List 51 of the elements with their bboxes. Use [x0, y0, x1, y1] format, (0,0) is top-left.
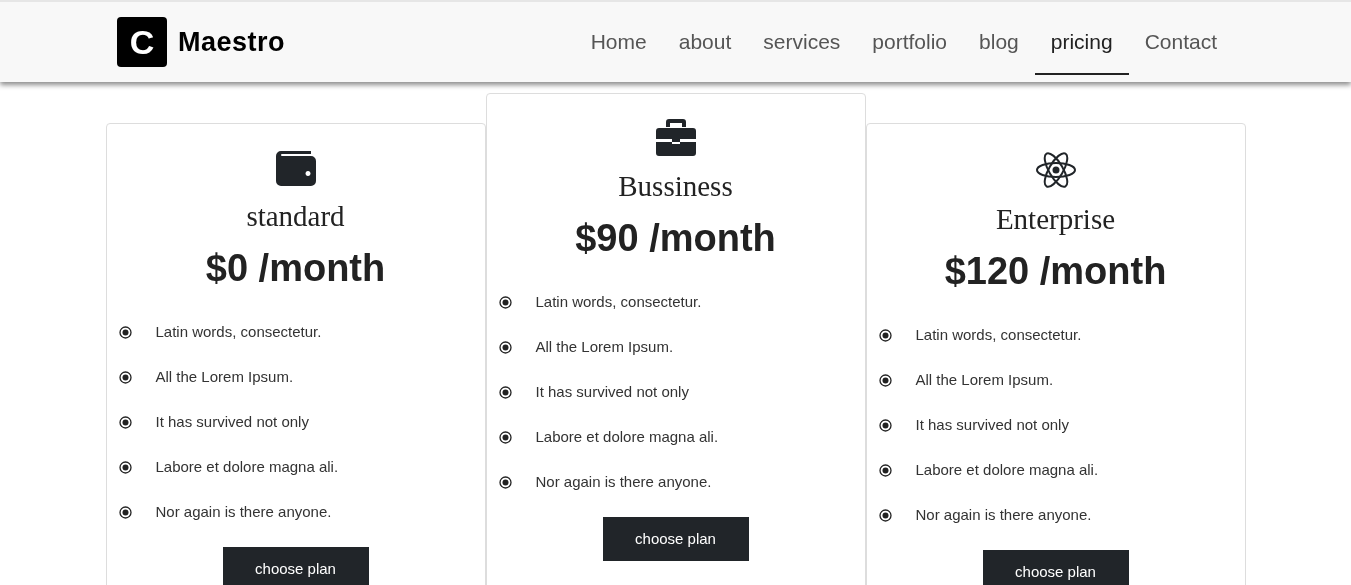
- radio-dot-icon: [118, 326, 132, 339]
- feature-text: All the Lorem Ipsum.: [915, 370, 1054, 391]
- radio-dot-icon: [878, 464, 892, 477]
- feature-text: Latin words, consectetur.: [155, 322, 322, 343]
- choose-plan-button[interactable]: choose plan: [222, 547, 369, 585]
- plan-price: $120 /month: [944, 249, 1167, 294]
- atom-icon: [1034, 151, 1077, 189]
- radio-dot-icon: [118, 371, 132, 384]
- brand-name[interactable]: Maestro: [178, 21, 286, 63]
- feature-text: Labore et dolore magna ali.: [155, 457, 339, 478]
- plan-name: Bussiness: [618, 169, 733, 204]
- feature-text: Nor again is there anyone.: [155, 502, 332, 523]
- feature-text: Labore et dolore magna ali.: [915, 460, 1099, 481]
- nav-link[interactable]: Contact: [1128, 11, 1233, 75]
- plan-name: Enterprise: [995, 202, 1116, 237]
- feature-text: All the Lorem Ipsum.: [155, 367, 294, 388]
- feature-text: It has survived not only: [535, 382, 689, 403]
- feature-text: Nor again is there anyone.: [535, 472, 712, 493]
- nav-link[interactable]: about: [662, 11, 748, 75]
- choose-plan-button[interactable]: choose plan: [982, 550, 1129, 585]
- radio-dot-icon: [118, 506, 132, 519]
- radio-dot-icon: [498, 341, 512, 354]
- wallet-icon: [275, 151, 316, 186]
- briefcase-icon: [655, 119, 696, 156]
- radio-dot-icon: [878, 374, 892, 387]
- plan-name: standard: [246, 199, 345, 234]
- nav-link[interactable]: portfolio: [856, 11, 964, 75]
- radio-dot-icon: [118, 416, 132, 429]
- radio-dot-icon: [498, 386, 512, 399]
- nav-link[interactable]: services: [747, 11, 857, 75]
- nav-link[interactable]: blog: [963, 11, 1035, 75]
- radio-dot-icon: [878, 509, 892, 522]
- feature-text: All the Lorem Ipsum.: [535, 337, 674, 358]
- radio-dot-icon: [878, 419, 892, 432]
- nav-link[interactable]: Home: [574, 11, 663, 75]
- logo-mark[interactable]: C: [117, 17, 167, 67]
- radio-dot-icon: [498, 476, 512, 489]
- feature-text: Latin words, consectetur.: [535, 292, 702, 313]
- feature-text: It has survived not only: [155, 412, 309, 433]
- plan-price: $0 /month: [205, 246, 386, 291]
- feature-text: Latin words, consectetur.: [915, 325, 1082, 346]
- radio-dot-icon: [118, 461, 132, 474]
- radio-dot-icon: [498, 296, 512, 309]
- radio-dot-icon: [878, 329, 892, 342]
- feature-text: Nor again is there anyone.: [915, 505, 1092, 526]
- plan-price: $90 /month: [575, 216, 776, 261]
- radio-dot-icon: [498, 431, 512, 444]
- choose-plan-button[interactable]: choose plan: [602, 517, 749, 561]
- feature-text: Labore et dolore magna ali.: [535, 427, 719, 448]
- feature-text: It has survived not only: [915, 415, 1069, 436]
- nav-link[interactable]: pricing: [1034, 11, 1129, 75]
